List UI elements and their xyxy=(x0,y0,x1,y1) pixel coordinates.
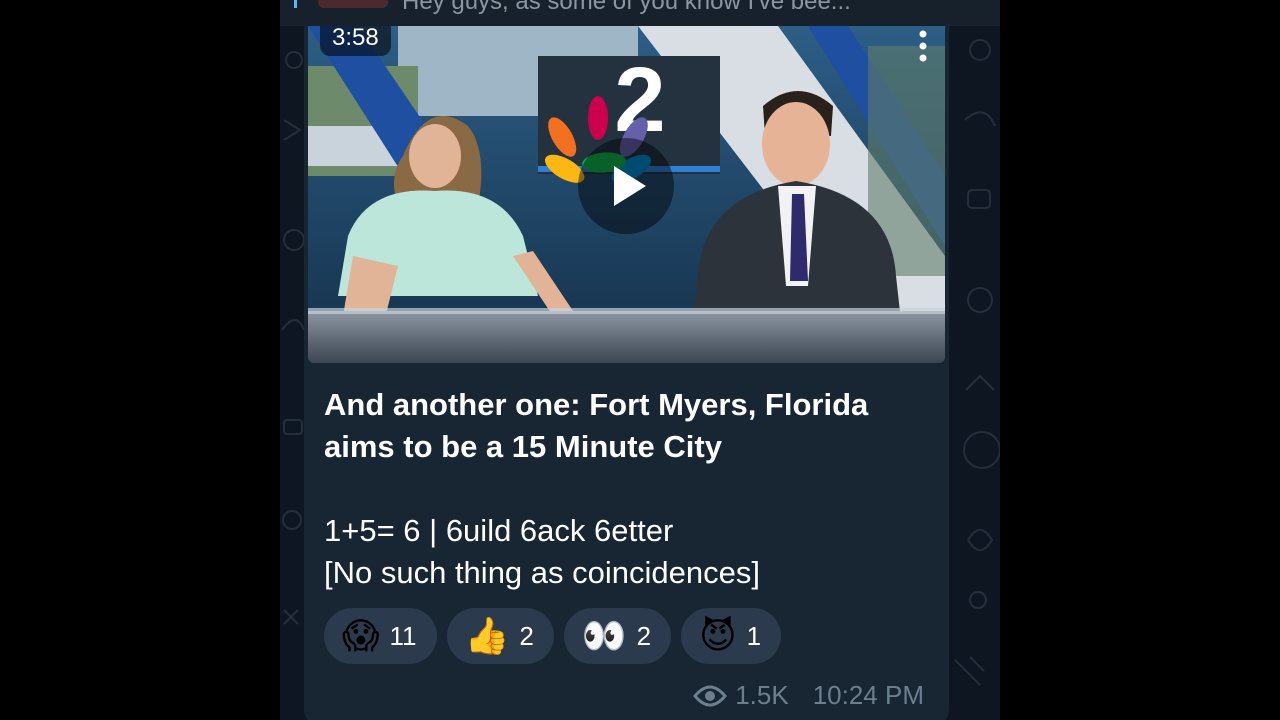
reply-preview-text: Hey guys, as some of you know I've bee..… xyxy=(402,0,851,15)
message-bubble: 2 3:58 And another one: Fort Myers, Flor… xyxy=(304,26,949,720)
reaction-smiling-devil[interactable]: 😈 1 xyxy=(681,608,782,664)
caption-title-line-2: aims to be a 15 Minute City xyxy=(324,429,722,464)
reply-thumbnail xyxy=(318,0,388,8)
reply-preview[interactable]: Hey guys, as some of you know I've bee..… xyxy=(280,0,1000,26)
video-thumbnail[interactable]: 2 3:58 xyxy=(308,26,945,363)
smiling-devil-icon: 😈 xyxy=(699,615,737,656)
reaction-eyes[interactable]: 👀 2 xyxy=(563,608,672,664)
caption-title-line-1: And another one: Fort Myers, Florida xyxy=(324,387,869,422)
thumbs-up-icon: 👍 xyxy=(464,615,510,656)
message-timestamp: 10:24 PM xyxy=(812,680,924,710)
message-meta: 1.5K 10:24 PM xyxy=(693,680,924,711)
reaction-count: 2 xyxy=(519,620,534,651)
view-count: 1.5K xyxy=(735,680,789,710)
more-options-icon[interactable] xyxy=(919,28,927,64)
reaction-count: 11 xyxy=(389,620,417,651)
reaction-screaming-face[interactable]: 😱 11 xyxy=(324,608,437,664)
eye-icon xyxy=(693,685,728,706)
reaction-count: 1 xyxy=(746,620,762,651)
reactions-row: 😱 11 👍 2 👀 2 😈 1 xyxy=(324,608,782,664)
reaction-thumbs-up[interactable]: 👍 2 xyxy=(446,608,554,664)
caption-body-line-1: 1+5= 6 | 6uild 6ack 6etter xyxy=(324,513,674,548)
eyes-icon: 👀 xyxy=(581,615,627,656)
play-icon xyxy=(614,166,646,206)
play-button[interactable] xyxy=(578,138,674,234)
reaction-count: 2 xyxy=(636,620,652,651)
screaming-face-icon: 😱 xyxy=(342,615,380,656)
reply-accent-bar xyxy=(294,0,297,8)
video-duration: 3:58 xyxy=(320,26,391,56)
chat-window: Hey guys, as some of you know I've bee..… xyxy=(280,0,1000,720)
caption-body-line-2: [No such thing as coincidences] xyxy=(324,555,760,590)
message-caption: And another one: Fort Myers, Florida aim… xyxy=(324,384,924,594)
